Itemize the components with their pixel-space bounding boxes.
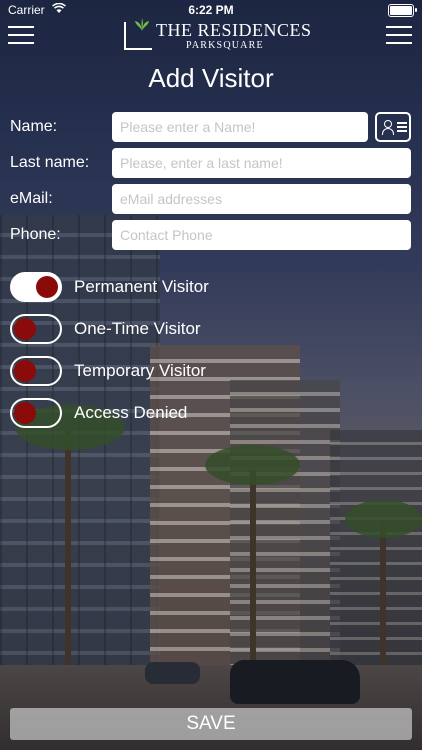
email-label: eMail: xyxy=(10,190,53,207)
status-time: 6:22 PM xyxy=(188,3,234,17)
last-name-row: Last name: xyxy=(10,148,412,178)
one-time-visitor-label: One-Time Visitor xyxy=(74,319,201,338)
email-field[interactable] xyxy=(112,184,411,214)
phone-row: Phone: xyxy=(10,220,412,250)
permanent-visitor-label: Permanent Visitor xyxy=(74,277,209,296)
battery-icon xyxy=(388,4,417,17)
contact-card-icon[interactable] xyxy=(375,112,411,142)
status-bar: Carrier 6:22 PM xyxy=(0,0,422,20)
last-name-field[interactable] xyxy=(112,148,411,178)
logo-subtitle: PARKSQUARE xyxy=(186,40,264,51)
hamburger-menu-icon[interactable] xyxy=(386,24,412,46)
access-denied-label: Access Denied xyxy=(74,403,188,422)
save-button[interactable]: SAVE xyxy=(10,708,412,740)
app-logo: THE RESIDENCES PARKSQUARE xyxy=(124,18,311,52)
access-denied-toggle[interactable] xyxy=(10,398,62,428)
last-name-label: Last name: xyxy=(10,154,90,171)
page-title: Add Visitor xyxy=(148,63,274,93)
logo-title: THE RESIDENCES xyxy=(156,20,312,40)
name-row: Name: xyxy=(10,112,370,142)
hamburger-menu-icon[interactable] xyxy=(8,24,34,46)
name-label: Name: xyxy=(10,118,58,135)
name-field[interactable] xyxy=(112,112,368,142)
phone-field[interactable] xyxy=(112,220,411,250)
temporary-visitor-toggle[interactable] xyxy=(10,356,62,386)
permanent-visitor-toggle[interactable] xyxy=(10,272,62,302)
temporary-visitor-label: Temporary Visitor xyxy=(74,361,206,380)
email-row: eMail: xyxy=(10,184,412,214)
leaf-icon xyxy=(135,18,149,31)
one-time-visitor-toggle[interactable] xyxy=(10,314,62,344)
phone-label: Phone: xyxy=(10,226,61,243)
